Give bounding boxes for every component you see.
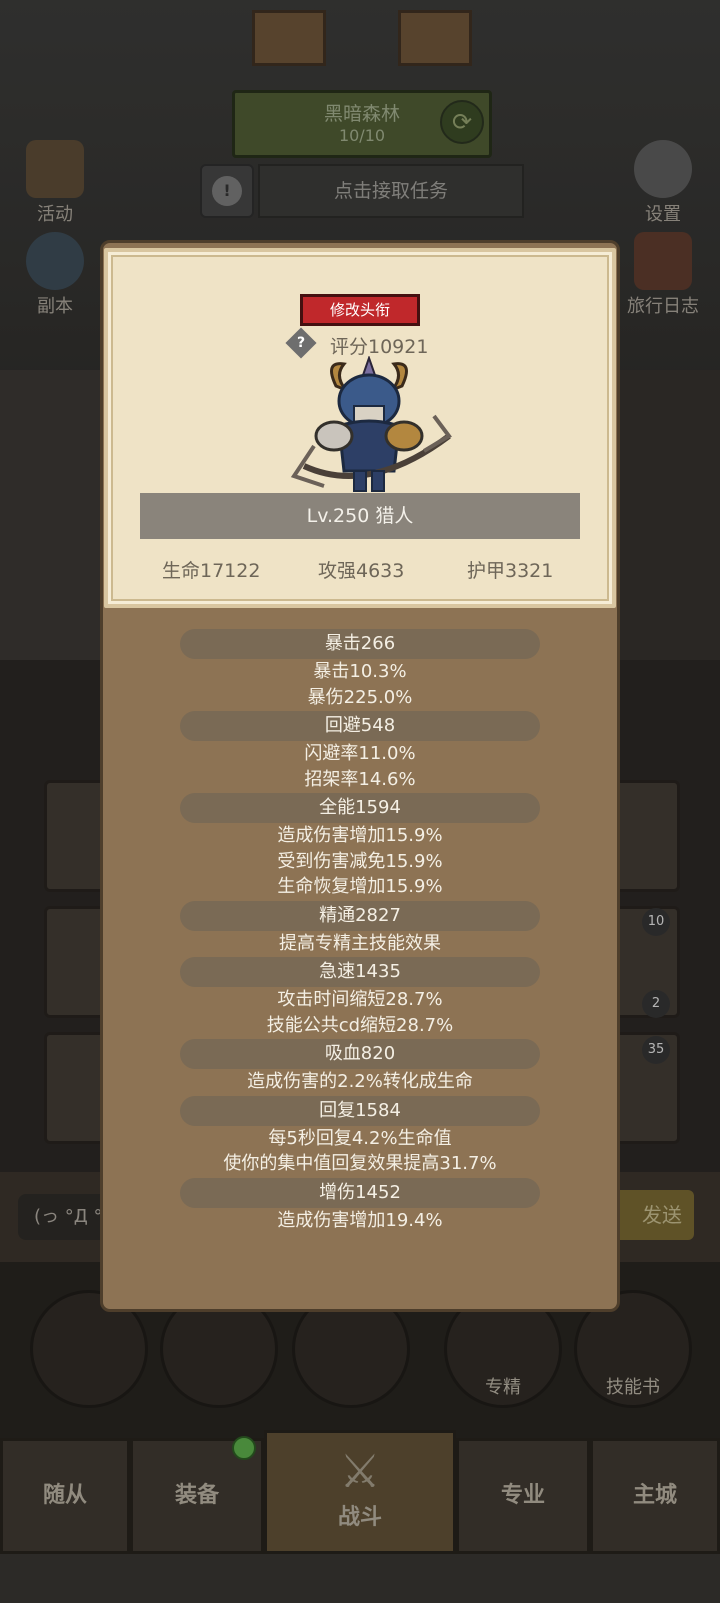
stat-armor: 护甲3321 — [467, 560, 554, 582]
attribute-header: 暴击266 — [180, 629, 540, 659]
attribute-line: 生命恢复增加15.9% — [277, 876, 443, 897]
attribute-line: 闪避率11.0% — [304, 743, 416, 764]
attribute-header: 增伤1452 — [180, 1177, 540, 1208]
attribute-line: 造成伤害的2.2%转化成生命 — [247, 1071, 473, 1092]
attribute-line: 暴伤225.0% — [307, 686, 413, 708]
attribute-line: 造成伤害增加15.9% — [277, 825, 443, 846]
stat-attack-power: 攻强4633 — [318, 560, 405, 582]
help-icon-glyph: ? — [296, 335, 306, 351]
change-title-button[interactable]: 修改头衔 — [300, 294, 420, 326]
attribute-line: 暴击10.3% — [313, 661, 407, 682]
attribute-line: 造成伤害增加19.4% — [277, 1209, 443, 1231]
level-class-bar: Lv.250 猎人 — [140, 493, 580, 539]
hunter-portrait-icon — [290, 356, 452, 492]
attribute-header: 全能1594 — [180, 793, 540, 823]
attribute-line: 每5秒回复4.2%生命值 — [268, 1127, 452, 1149]
attribute-line: 使你的集中值回复效果提高31.7% — [223, 1153, 497, 1174]
attribute-line: 技能公共cd缩短28.7% — [266, 1014, 454, 1036]
attribute-line: 招架率14.6% — [304, 768, 416, 790]
attribute-header: 精通2827 — [180, 900, 540, 931]
attribute-header: 吸血820 — [180, 1039, 540, 1069]
attribute-list: 暴击266 暴击10.3% 暴伤225.0% 回避548 闪避率11.0% 招架率14.6… — [104, 628, 616, 1233]
attribute-line: 受到伤害减免15.9% — [277, 850, 443, 872]
score-label: 评分10921 — [330, 336, 429, 358]
attribute-line: 攻击时间缩短28.7% — [277, 989, 443, 1010]
attribute-line: 提高专精主技能效果 — [279, 932, 441, 954]
attribute-header: 回复1584 — [180, 1095, 540, 1126]
attribute-header: 回避548 — [180, 711, 540, 741]
stat-health: 生命17122 — [162, 560, 261, 582]
attribute-header: 急速1435 — [180, 957, 540, 987]
